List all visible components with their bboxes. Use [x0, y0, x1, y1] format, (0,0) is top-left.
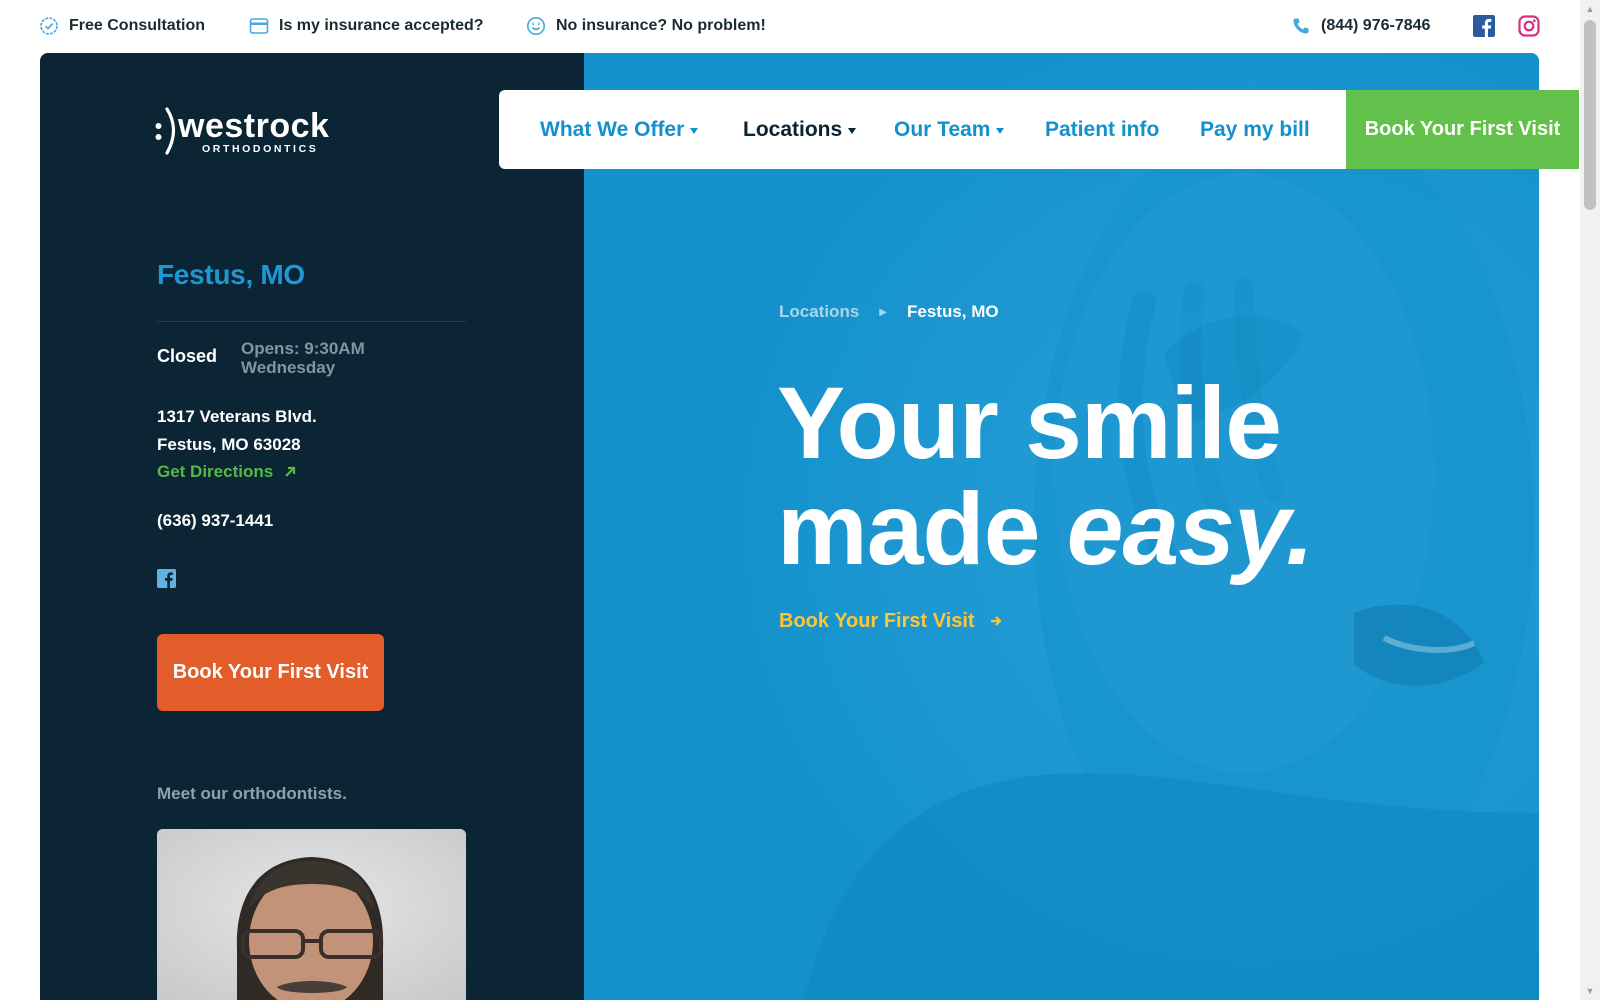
- insurance-label: Is my insurance accepted?: [279, 17, 484, 34]
- open-status: Closed: [157, 346, 218, 366]
- nav-locations-label: Locations: [743, 117, 843, 141]
- location-phone-link[interactable]: (636) 937-1441: [157, 511, 273, 531]
- main-navigation: What We Offer Locations Our Team Patient…: [499, 90, 1579, 169]
- get-directions-label: Get Directions: [157, 462, 274, 481]
- scroll-thumb[interactable]: [1584, 20, 1596, 210]
- no-insurance-label: No insurance? No problem!: [556, 17, 766, 34]
- location-divider: [157, 321, 466, 322]
- orthodontist-photo[interactable]: [157, 829, 466, 1000]
- phone-icon: [1293, 18, 1309, 34]
- caret-down-icon: [690, 127, 699, 134]
- main-phone-label: (844) 976-7846: [1321, 17, 1431, 34]
- caret-down-icon: [848, 127, 857, 134]
- arrow-right-icon: [990, 616, 1002, 626]
- scroll-down-arrow-icon[interactable]: ▼: [1580, 982, 1600, 1000]
- nav-patient-info-label: Patient info: [1045, 117, 1160, 141]
- facebook-icon[interactable]: [1473, 15, 1495, 37]
- arrow-up-right-icon: [285, 466, 296, 477]
- headline-line-1: Your smile: [777, 366, 1282, 480]
- westrock-logo[interactable]: westrock ORTHODONTICS: [155, 103, 355, 159]
- page-scrollbar[interactable]: ▲ ▼: [1580, 0, 1600, 1000]
- nav-our-team-label: Our Team: [894, 117, 991, 141]
- breadcrumb: Locations ▶ Festus, MO: [779, 301, 999, 323]
- logo-subtitle: ORTHODONTICS: [202, 143, 318, 155]
- breadcrumb-separator-icon: ▶: [879, 306, 887, 318]
- headline-made: made: [777, 472, 1067, 586]
- orthodontist-portrait: [157, 829, 466, 1000]
- address-city: Festus, MO 63028: [157, 435, 301, 454]
- no-insurance-link[interactable]: No insurance? No problem!: [526, 14, 766, 38]
- nav-patient-info[interactable]: Patient info: [1045, 90, 1159, 169]
- opening-time: Opens: 9:30AM: [241, 339, 365, 358]
- smile-logo-icon: westrock ORTHODONTICS: [155, 107, 329, 155]
- get-directions-link[interactable]: Get Directions: [157, 461, 297, 483]
- nav-what-we-offer-label: What We Offer: [540, 117, 685, 141]
- smiley-icon: [527, 17, 545, 35]
- free-consultation-label: Free Consultation: [69, 17, 206, 34]
- caret-down-icon: [996, 127, 1005, 134]
- scroll-up-arrow-icon[interactable]: ▲: [1580, 0, 1600, 18]
- badge-check-icon: [40, 17, 58, 35]
- hero-book-visit-link[interactable]: Book Your First Visit: [779, 609, 1003, 633]
- location-facebook-icon[interactable]: [157, 569, 176, 588]
- logo-wordmark: westrock: [177, 107, 329, 145]
- location-title: Festus, MO: [157, 259, 305, 290]
- nav-pay-my-bill[interactable]: Pay my bill: [1200, 90, 1310, 169]
- opening-hours: Opens: 9:30AM Wednesday: [241, 339, 365, 377]
- insurance-link[interactable]: Is my insurance accepted?: [249, 14, 484, 38]
- address-street: 1317 Veterans Blvd.: [157, 407, 317, 426]
- headline-easy: easy.: [1066, 472, 1314, 586]
- nav-book-visit-button[interactable]: Book Your First Visit: [1346, 90, 1579, 169]
- nav-our-team[interactable]: Our Team: [894, 90, 1005, 169]
- nav-locations[interactable]: Locations: [743, 90, 857, 169]
- headline-line-2: made easy.: [777, 476, 1314, 582]
- nav-pay-my-bill-label: Pay my bill: [1200, 117, 1310, 141]
- breadcrumb-locations-link[interactable]: Locations: [779, 302, 859, 322]
- instagram-icon[interactable]: [1518, 15, 1540, 37]
- nav-what-we-offer[interactable]: What We Offer: [540, 90, 699, 169]
- utility-bar: Free Consultation Is my insurance accept…: [0, 0, 1580, 52]
- breadcrumb-current: Festus, MO: [907, 302, 999, 321]
- hero-headline: Your smile made easy.: [777, 366, 1314, 582]
- opening-day: Wednesday: [241, 358, 336, 377]
- hero-book-visit-label: Book Your First Visit: [779, 609, 975, 632]
- credit-card-icon: [249, 18, 269, 34]
- sidebar-book-visit-button[interactable]: Book Your First Visit: [157, 634, 384, 711]
- meet-orthodontists-heading: Meet our orthodontists.: [157, 784, 347, 803]
- free-consultation-link[interactable]: Free Consultation: [39, 14, 205, 38]
- main-phone-link[interactable]: (844) 976-7846: [1291, 14, 1430, 38]
